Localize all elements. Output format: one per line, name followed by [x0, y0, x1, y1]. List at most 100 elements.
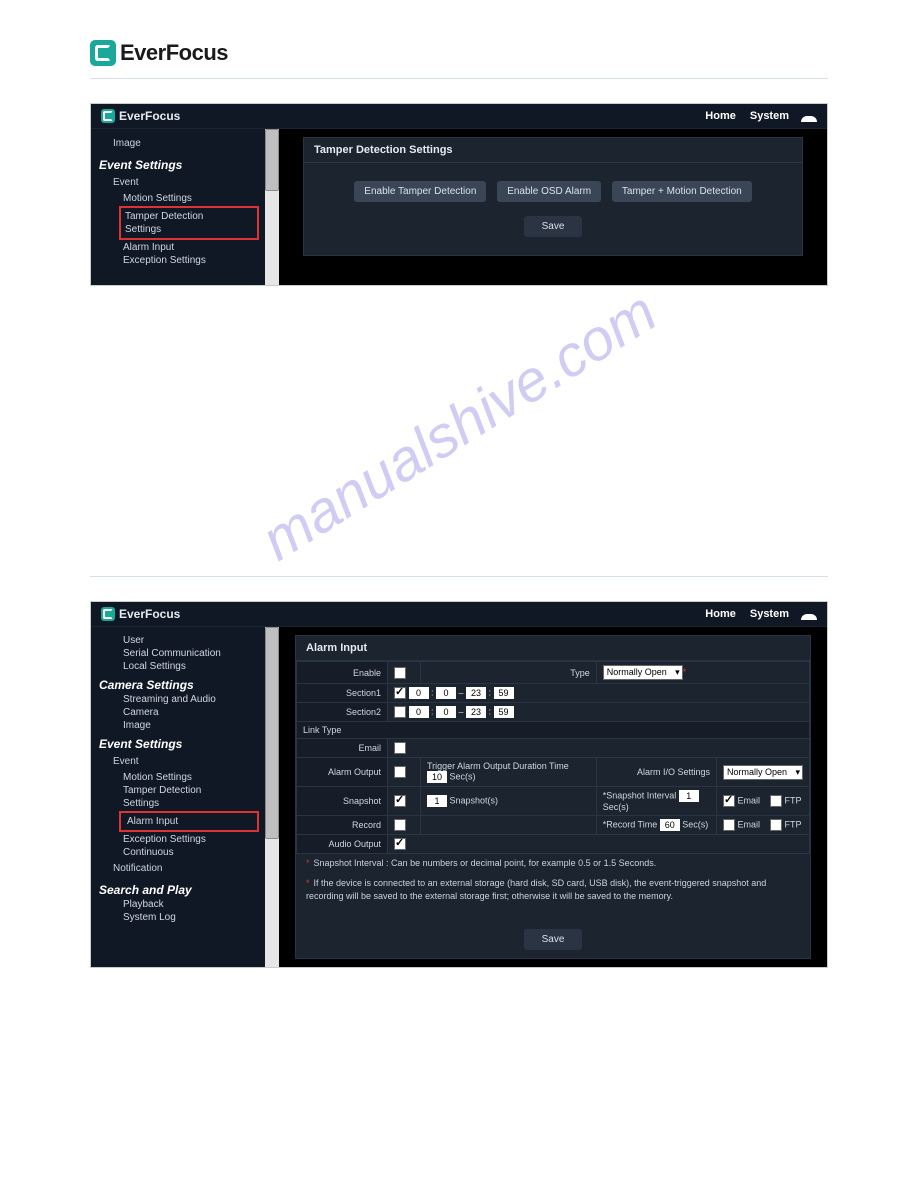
- topbar-brand: EverFocus: [101, 109, 180, 123]
- sidebar-item-motion-settings[interactable]: Motion Settings: [105, 193, 265, 204]
- sidebar: Image Event Settings Event Motion Settin…: [91, 129, 265, 285]
- record-checkbox[interactable]: [394, 819, 406, 831]
- record-time-input[interactable]: 60: [660, 819, 680, 831]
- sidebar-item-tamper[interactable]: Tamper Detection: [105, 785, 265, 796]
- panel-tamper: Tamper Detection Settings Enable Tamper …: [303, 137, 803, 256]
- sidebar-item-syslog[interactable]: System Log: [105, 912, 265, 923]
- divider: [90, 576, 828, 577]
- screenshot-alarm-input: EverFocus Home System User Serial Commun…: [90, 601, 828, 968]
- scrollbar[interactable]: [265, 129, 279, 285]
- enable-checkbox[interactable]: [394, 667, 406, 679]
- watermark: manualshive.com: [250, 278, 668, 574]
- topbar: EverFocus Home System: [91, 602, 827, 627]
- snapshot-count-input[interactable]: 1: [427, 795, 447, 807]
- s2-mm2[interactable]: 59: [494, 706, 514, 718]
- row-record-label: Record: [297, 816, 388, 835]
- panel-alarm-input: Alarm Input Enable Type Normally Open* S…: [295, 635, 811, 959]
- s2-hh[interactable]: 0: [409, 706, 429, 718]
- row-audio-label: Audio Output: [297, 835, 388, 854]
- body-text-gap: manualshive.com: [90, 316, 828, 536]
- sidebar-heading-event-settings: Event Settings: [99, 158, 265, 172]
- sidebar: User Serial Communication Local Settings…: [91, 627, 265, 967]
- sidebar-item-playback[interactable]: Playback: [105, 899, 265, 910]
- rec-ftp-checkbox[interactable]: [770, 819, 782, 831]
- note-2: *If the device is connected to an extern…: [296, 874, 810, 907]
- snapshot-checkbox[interactable]: [394, 795, 406, 807]
- nav-home[interactable]: Home: [705, 110, 736, 122]
- section1-checkbox[interactable]: [394, 687, 406, 699]
- s1-hh[interactable]: 0: [409, 687, 429, 699]
- sidebar-item-camera[interactable]: Camera: [105, 707, 265, 718]
- topbar-brand: EverFocus: [101, 607, 180, 621]
- main-content: Tamper Detection Settings Enable Tamper …: [279, 129, 827, 285]
- sidebar-item-exception[interactable]: Exception Settings: [105, 255, 265, 266]
- tamper-motion-button[interactable]: Tamper + Motion Detection: [612, 181, 752, 202]
- s1-mm[interactable]: 0: [436, 687, 456, 699]
- enable-tamper-button[interactable]: Enable Tamper Detection: [354, 181, 486, 202]
- note-1: *Snapshot Interval : Can be numbers or d…: [296, 854, 810, 874]
- sidebar-item-image[interactable]: Image: [105, 135, 265, 152]
- row-link-type: Link Type: [297, 722, 810, 739]
- scrollbar[interactable]: [265, 627, 279, 967]
- sidebar-item-event[interactable]: Event: [105, 753, 265, 770]
- save-button[interactable]: Save: [524, 929, 583, 950]
- row-snapshot-label: Snapshot: [297, 787, 388, 816]
- sidebar-item-alarm-input[interactable]: Alarm Input: [105, 242, 265, 253]
- email-checkbox[interactable]: [394, 742, 406, 754]
- panel-title: Tamper Detection Settings: [304, 138, 802, 163]
- sidebar-item-settings[interactable]: Settings: [105, 798, 265, 809]
- row-type-label: Type: [421, 662, 597, 684]
- s2-hh2[interactable]: 23: [466, 706, 486, 718]
- s2-mm[interactable]: 0: [436, 706, 456, 718]
- divider: [90, 78, 828, 79]
- settings-table: Enable Type Normally Open* Section1 0 : …: [296, 661, 810, 854]
- screenshot-tamper: EverFocus Home System Image Event Settin…: [90, 103, 828, 286]
- sidebar-item-exception[interactable]: Exception Settings: [105, 834, 265, 845]
- brand-name: EverFocus: [120, 40, 228, 66]
- topbar: EverFocus Home System: [91, 104, 827, 129]
- sidebar-item-user[interactable]: User: [105, 635, 265, 646]
- sidebar-heading-search-play: Search and Play: [99, 883, 265, 897]
- row-section1-label: Section1: [297, 684, 388, 703]
- sidebar-item-motion[interactable]: Motion Settings: [105, 772, 265, 783]
- row-section2-label: Section2: [297, 703, 388, 722]
- trigger-duration-input[interactable]: 10: [427, 771, 447, 783]
- rec-email-checkbox[interactable]: [723, 819, 735, 831]
- sidebar-item-notification[interactable]: Notification: [105, 860, 265, 877]
- aio-select[interactable]: Normally Open: [723, 765, 803, 780]
- row-email-label: Email: [297, 739, 388, 758]
- type-select[interactable]: Normally Open: [603, 665, 683, 680]
- sidebar-item-local[interactable]: Local Settings: [105, 661, 265, 672]
- sidebar-heading-event-settings: Event Settings: [99, 737, 265, 751]
- sidebar-heading-camera-settings: Camera Settings: [99, 678, 265, 692]
- section2-checkbox[interactable]: [394, 706, 406, 718]
- main-content: Alarm Input Enable Type Normally Open* S…: [279, 627, 827, 967]
- logo-icon: [101, 109, 115, 123]
- enable-osd-button[interactable]: Enable OSD Alarm: [497, 181, 601, 202]
- s1-mm2[interactable]: 59: [494, 687, 514, 699]
- logo-icon: [90, 40, 116, 66]
- row-alarm-output-label: Alarm Output: [297, 758, 388, 787]
- sidebar-item-streaming[interactable]: Streaming and Audio: [105, 694, 265, 705]
- sidebar-item-alarm-input[interactable]: Alarm Input: [119, 811, 259, 832]
- sidebar-item-event[interactable]: Event: [105, 174, 265, 191]
- sidebar-item-tamper-detection[interactable]: Tamper DetectionSettings: [119, 206, 259, 240]
- sidebar-item-serial[interactable]: Serial Communication: [105, 648, 265, 659]
- row-enable-label: Enable: [297, 662, 388, 684]
- user-icon[interactable]: [803, 108, 817, 124]
- snapshot-interval-input[interactable]: 1: [679, 790, 699, 802]
- audio-checkbox[interactable]: [394, 838, 406, 850]
- nav-system[interactable]: System: [750, 608, 789, 620]
- user-icon[interactable]: [803, 606, 817, 622]
- save-button[interactable]: Save: [524, 216, 583, 237]
- snap-ftp-checkbox[interactable]: [770, 795, 782, 807]
- panel-title: Alarm Input: [296, 636, 810, 661]
- s1-hh2[interactable]: 23: [466, 687, 486, 699]
- nav-home[interactable]: Home: [705, 608, 736, 620]
- alarm-output-checkbox[interactable]: [394, 766, 406, 778]
- snap-email-checkbox[interactable]: [723, 795, 735, 807]
- sidebar-item-image[interactable]: Image: [105, 720, 265, 731]
- sidebar-item-continuous[interactable]: Continuous: [105, 847, 265, 858]
- nav-system[interactable]: System: [750, 110, 789, 122]
- logo-icon: [101, 607, 115, 621]
